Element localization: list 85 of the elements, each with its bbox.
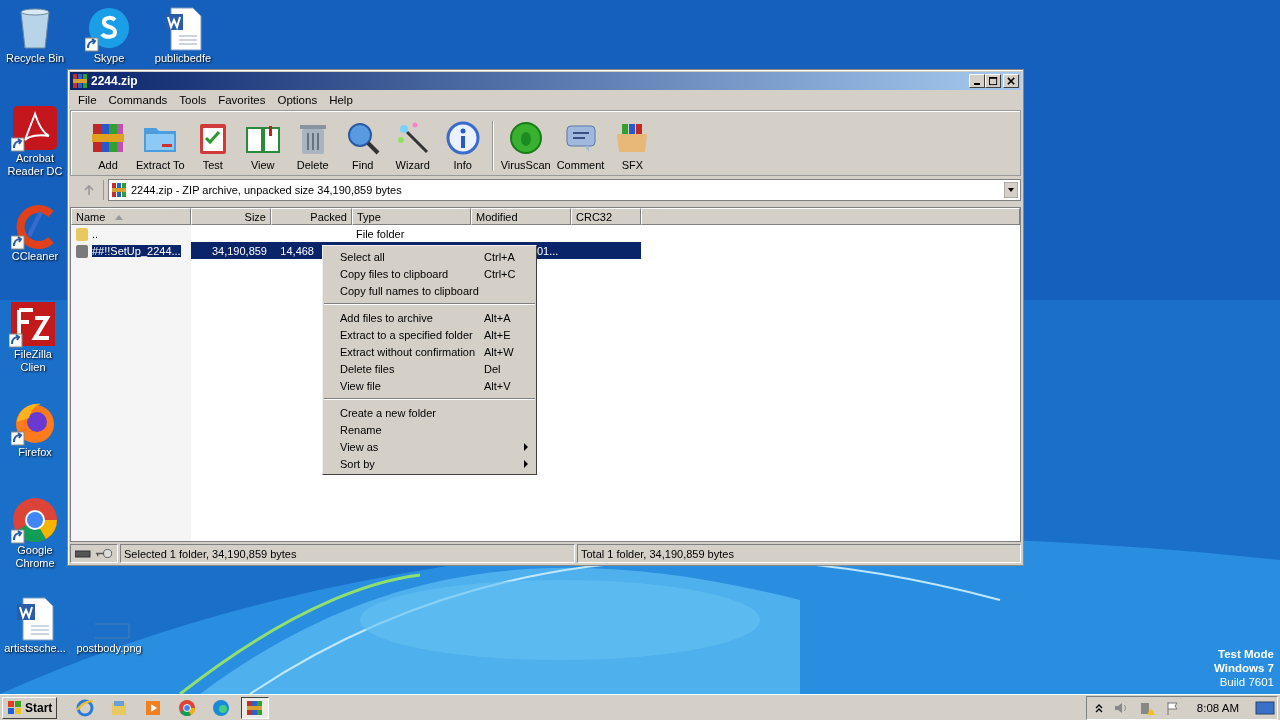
column-header[interactable]: Size <box>191 208 271 225</box>
menu-item[interactable]: Favorites <box>212 93 272 106</box>
menu-item[interactable]: Tools <box>173 93 213 106</box>
toolbar-button[interactable]: Find <box>337 120 388 171</box>
menu-item[interactable]: Extract without confirmation Alt+W <box>323 343 536 360</box>
watermark-text: Build 7601 <box>1219 675 1274 689</box>
table-cell: 01... <box>537 244 559 257</box>
table-cell: .. <box>92 227 99 240</box>
info-icon <box>444 120 481 156</box>
drive-icon <box>75 549 91 558</box>
menu-item[interactable]: Copy full names to clipboard <box>323 282 536 299</box>
sort-arrow-icon <box>115 213 124 220</box>
minimize-button[interactable] <box>969 74 985 88</box>
status-text: Total 1 folder, 34,190,859 bytes <box>577 544 1021 563</box>
menu-item[interactable]: Delete files Del <box>323 360 536 377</box>
toolbar-button[interactable]: Add <box>83 120 133 171</box>
column-header[interactable]: Modified <box>471 208 571 225</box>
toolbar-button[interactable]: Delete <box>287 120 338 171</box>
minimize-icon <box>974 82 980 85</box>
clock: 8:08 AM <box>1196 701 1239 714</box>
column-header[interactable]: Name <box>71 208 191 225</box>
archive-icon <box>72 73 88 89</box>
dropdown-icon[interactable] <box>1004 182 1018 198</box>
table-cell: 14,468 <box>280 244 314 257</box>
maximize-button[interactable] <box>985 74 1001 88</box>
column-header[interactable]: Type <box>352 208 471 225</box>
status-text: Selected 1 folder, 34,190,859 bytes <box>120 544 575 563</box>
column-header[interactable]: Packed <box>271 208 352 225</box>
close-button[interactable] <box>1003 74 1019 88</box>
menu-item[interactable]: Create a new folder <box>323 404 536 421</box>
bug-shield-icon <box>507 120 544 156</box>
toolbar-button[interactable]: View <box>237 120 288 171</box>
table-cell: 34,190,859 <box>211 244 267 257</box>
menu-item[interactable]: Commands <box>102 93 174 106</box>
maximize-icon <box>988 76 998 86</box>
icon-label: publicbedfe <box>154 52 212 65</box>
toolbar-button[interactable]: Test <box>187 120 238 171</box>
browser-icon <box>75 697 96 718</box>
show-desktop-icon[interactable] <box>1255 699 1275 716</box>
icon-label: FileZilla Clien <box>13 348 53 374</box>
address-field[interactable]: 2244.zip - ZIP archive, unpacked size 34,190,859 bytes <box>108 179 1021 201</box>
taskbar-app-button[interactable] <box>241 696 270 719</box>
close-icon <box>1006 76 1016 86</box>
menu-item[interactable]: Extract to a specified folder Alt+E <box>323 326 536 343</box>
app-icon[interactable] <box>11 104 59 152</box>
flag-icon[interactable] <box>1164 699 1181 716</box>
menu-item[interactable]: Sort by <box>323 455 536 472</box>
icon-label: postbody.png <box>76 642 142 655</box>
menu-item[interactable]: Add files to archive Alt+A <box>323 309 536 326</box>
toolbar-button[interactable]: Wizard <box>387 120 438 171</box>
table-cell: File folder <box>356 227 405 240</box>
archive-icon <box>111 182 127 198</box>
icon-label: Skype <box>93 52 125 65</box>
watermark-text: Test Mode <box>1218 647 1274 661</box>
icon-label: Google Chrome <box>14 544 56 570</box>
toolbar-button[interactable]: Info <box>437 120 488 171</box>
menu-item[interactable]: File <box>72 93 103 106</box>
key-icon <box>95 548 113 559</box>
icon-label: Acrobat Reader DC <box>6 152 64 178</box>
windows-logo-icon <box>7 699 23 716</box>
up-arrow-icon <box>82 184 95 196</box>
app-icon[interactable] <box>9 300 57 348</box>
icon-label: Recycle Bin <box>5 52 65 65</box>
watermark-text: Windows 7 <box>1214 661 1274 675</box>
icon-label: artistssche... <box>4 642 66 655</box>
toolbar-button[interactable]: Extract To <box>133 120 188 171</box>
toolbar-button[interactable]: SFX <box>607 120 658 171</box>
toolbar-button[interactable]: Comment <box>553 120 608 171</box>
menu-item[interactable]: View file Alt+V <box>323 377 536 394</box>
toolbar-button[interactable]: VirusScan <box>497 120 554 171</box>
icon-label: CCleaner <box>11 250 59 263</box>
icon-label: Firefox <box>18 446 52 459</box>
menu-item[interactable]: Select all Ctrl+A <box>323 248 536 265</box>
file-row[interactable]: .. File folder <box>71 225 641 242</box>
menu-item[interactable]: Rename <box>323 421 536 438</box>
start-button[interactable]: Start <box>2 696 58 719</box>
menu-item[interactable]: Options <box>271 93 324 106</box>
column-header[interactable]: CRC32 <box>571 208 641 225</box>
window-title: 2244.zip <box>91 74 139 88</box>
menu-item[interactable]: Help <box>323 93 359 106</box>
menu-item[interactable]: Copy files to clipboard Ctrl+C <box>323 265 536 282</box>
browser-icon <box>211 697 232 718</box>
app-icon[interactable] <box>11 496 59 544</box>
menu-item[interactable]: View as <box>323 438 536 455</box>
chevron-icon[interactable] <box>1094 702 1103 713</box>
